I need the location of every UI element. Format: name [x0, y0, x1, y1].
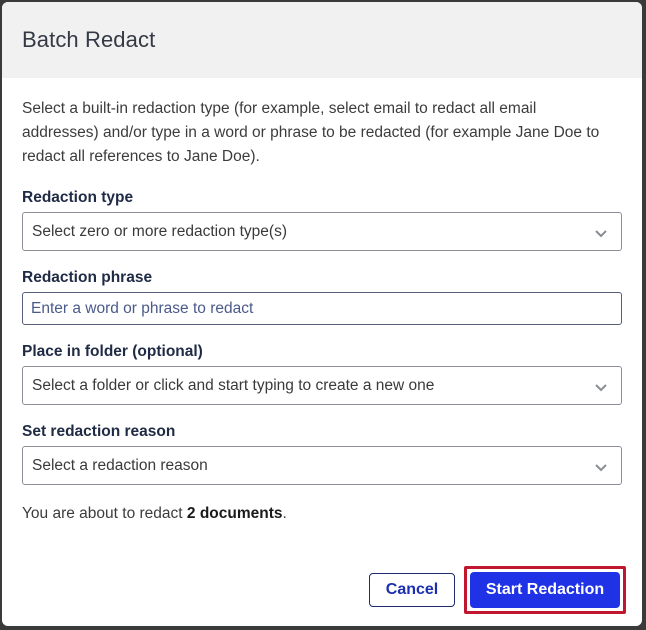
- summary-suffix: .: [282, 505, 287, 522]
- reason-select[interactable]: Select a redaction reason: [22, 446, 622, 485]
- folder-label: Place in folder (optional): [22, 343, 203, 360]
- reason-placeholder: Select a redaction reason: [32, 456, 208, 474]
- chevron-down-icon: [595, 383, 607, 391]
- folder-placeholder: Select a folder or click and start typin…: [32, 376, 435, 394]
- folder-select[interactable]: Select a folder or click and start typin…: [22, 366, 622, 405]
- document-count: 2 documents: [186, 505, 283, 522]
- dialog-title: Batch Redact: [22, 27, 156, 52]
- dialog-footer: Cancel Start Redaction: [369, 566, 626, 614]
- redaction-type-placeholder: Select zero or more redaction type(s): [32, 222, 287, 240]
- chevron-down-icon: [595, 463, 607, 471]
- redaction-phrase-label: Redaction phrase: [22, 269, 153, 286]
- reason-label: Set redaction reason: [22, 423, 176, 440]
- redaction-phrase-input[interactable]: [22, 292, 622, 325]
- batch-redact-dialog: Batch Redact Select a built-in redaction…: [2, 2, 642, 626]
- dialog-body: Select a built-in redaction type (for ex…: [2, 78, 642, 523]
- start-button-highlight: Start Redaction: [464, 566, 626, 614]
- dialog-header: Batch Redact: [2, 2, 642, 78]
- chevron-down-icon: [595, 229, 607, 237]
- cancel-button[interactable]: Cancel: [369, 573, 455, 607]
- redaction-type-label: Redaction type: [22, 189, 134, 206]
- intro-text: Select a built-in redaction type (for ex…: [22, 100, 600, 165]
- start-redaction-button[interactable]: Start Redaction: [470, 572, 620, 608]
- redaction-type-select[interactable]: Select zero or more redaction type(s): [22, 212, 622, 251]
- redaction-summary: You are about to redact 2 documents.: [22, 505, 622, 523]
- summary-prefix: You are about to redact: [22, 505, 187, 522]
